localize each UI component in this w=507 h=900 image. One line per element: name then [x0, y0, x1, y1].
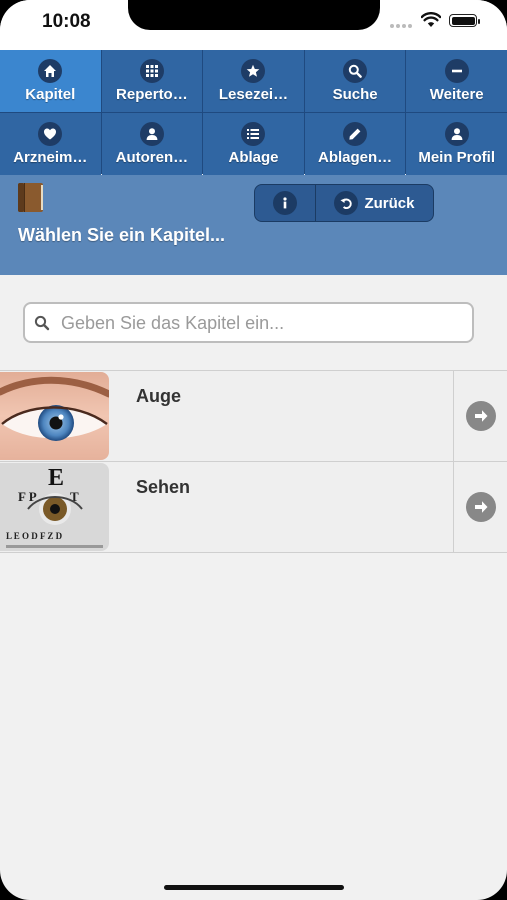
list-item-title: Auge	[136, 386, 181, 406]
tab-label: Ablage	[228, 149, 279, 166]
tab-label: Arzneim…	[13, 149, 88, 166]
user-icon	[139, 122, 164, 146]
tab-bar: Kapitel Reperto… Lesezei… Suche Weitere …	[0, 50, 507, 175]
back-button-label: Zurück	[364, 194, 415, 212]
home-icon	[38, 59, 63, 83]
search-box	[23, 302, 474, 343]
chapter-search-input[interactable]	[59, 304, 463, 343]
notch	[128, 0, 380, 30]
tab-ablagen[interactable]: Ablagen…	[304, 113, 406, 175]
header-segmented-control: Zurück	[254, 184, 434, 222]
battery-icon	[449, 14, 480, 27]
grid-icon	[139, 59, 164, 83]
svg-text:E: E	[48, 465, 64, 491]
list-item-title: Sehen	[136, 477, 191, 497]
star-icon	[241, 59, 266, 83]
user-icon	[444, 122, 469, 146]
signal-icon	[390, 24, 412, 28]
tab-label: Autoren…	[115, 149, 189, 166]
list-item[interactable]: Auge	[0, 370, 507, 461]
chapter-list: Auge E F P T L E O D F Z D Sehen	[0, 370, 507, 553]
tab-label: Reperto…	[116, 86, 188, 103]
tab-autoren[interactable]: Autoren…	[101, 113, 203, 175]
info-button[interactable]	[255, 185, 316, 221]
back-button[interactable]: Zurück	[316, 185, 433, 221]
tab-suche[interactable]: Suche	[304, 50, 406, 112]
tab-arzneimittel[interactable]: Arzneim…	[0, 113, 101, 175]
wifi-icon	[421, 12, 441, 27]
chapter-open-button[interactable]	[453, 371, 507, 461]
heart-icon	[38, 122, 63, 146]
tab-label: Ablagen…	[318, 149, 393, 166]
tab-label: Kapitel	[25, 86, 76, 103]
status-time: 10:08	[42, 11, 91, 32]
tab-kapitel[interactable]: Kapitel	[0, 50, 101, 112]
tab-lesezeichen[interactable]: Lesezei…	[203, 50, 304, 112]
svg-text:L E O D F Z D: L E O D F Z D	[6, 531, 63, 541]
book-icon	[18, 183, 43, 212]
undo-icon	[334, 191, 359, 215]
tab-ablage[interactable]: Ablage	[203, 113, 304, 175]
tab-label: Weitere	[429, 86, 484, 103]
arrow-right-icon	[466, 492, 496, 522]
home-indicator[interactable]	[164, 885, 344, 890]
page-title: Wählen Sie ein Kapitel...	[18, 225, 226, 245]
status-bar: 10:08	[0, 0, 507, 50]
search-icon	[343, 59, 368, 83]
list-item[interactable]: E F P T L E O D F Z D Sehen	[0, 461, 507, 553]
svg-text:F P: F P	[18, 489, 37, 504]
tab-label: Mein Profil	[418, 149, 496, 166]
info-icon	[273, 191, 297, 215]
minus-icon	[444, 59, 469, 83]
arrow-right-icon	[466, 401, 496, 431]
eye-photo	[0, 372, 109, 460]
tab-repertorium[interactable]: Reperto…	[101, 50, 203, 112]
list-icon	[241, 122, 266, 146]
tab-weitere[interactable]: Weitere	[406, 50, 507, 112]
pencil-icon	[343, 122, 368, 146]
phone-screen: 10:08 Kapitel Reperto… Lesezei… Suche We…	[0, 0, 507, 900]
chapter-open-button[interactable]	[453, 462, 507, 552]
tab-mein-profil[interactable]: Mein Profil	[406, 113, 507, 175]
tab-label: Lesezei…	[218, 86, 289, 103]
tab-label: Suche	[332, 86, 378, 103]
search-icon	[34, 315, 50, 331]
eye-chart-photo: E F P T L E O D F Z D	[0, 463, 109, 551]
